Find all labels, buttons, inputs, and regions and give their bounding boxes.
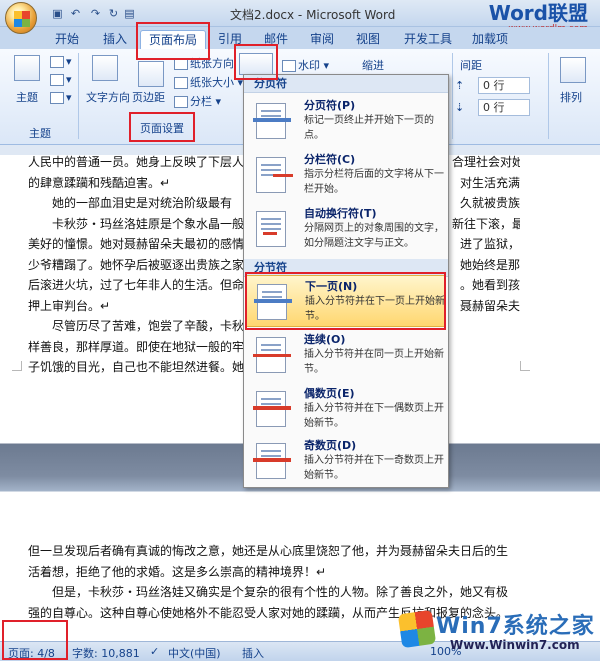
language[interactable]: 中文(中国) — [168, 645, 221, 661]
highlight-page-layout-tab — [136, 22, 210, 60]
document-text-right[interactable]: 合理社会对她 对生活充满 久就被贵族 新往下滚，最 进了监狱， 她始终是那 。她看到孩 聂赫留… — [452, 152, 520, 316]
office-logo-icon — [14, 11, 30, 27]
themes-button-label[interactable]: 主题 — [16, 89, 38, 105]
menu-item-even-page[interactable]: 偶数页(E) 插入分节符并在下一偶数页上开始新节。 — [246, 383, 446, 435]
menu-item-page-break[interactable]: 分页符(P) 标记一页终止并开始下一页的点。 — [246, 95, 446, 147]
tab-developer[interactable]: 开发工具 — [398, 30, 458, 49]
odd-page-icon — [253, 443, 291, 479]
window-title: 文档2.docx - Microsoft Word — [230, 8, 396, 22]
continuous-icon — [253, 337, 291, 373]
page-corner-mark — [12, 361, 22, 371]
highlight-page-setup-group — [129, 112, 195, 142]
watermark-url: Www.Winwin7.com — [450, 638, 580, 652]
insert-mode[interactable]: 插入 — [242, 645, 264, 661]
indent-label: 缩进 — [362, 59, 384, 72]
undo-icon[interactable]: ↶ — [68, 6, 83, 21]
page-size-button[interactable]: 纸张大小 ▾ — [174, 74, 243, 90]
page-corner-mark — [520, 361, 530, 371]
text-direction-icon[interactable] — [92, 55, 118, 81]
site-watermark: Win7系统之家 Www.Winwin7.com — [396, 606, 596, 658]
column-break-icon — [256, 157, 293, 193]
theme-effects-icon[interactable]: ▾ — [50, 91, 72, 104]
repeat-icon[interactable]: ↻ — [106, 6, 121, 21]
watermark-title: Win7系统之家 — [436, 614, 595, 639]
highlight-page-count — [2, 620, 68, 660]
menu-item-text-wrapping[interactable]: 自动换行符(T) 分隔网页上的对象周围的文字，如分隔题注文字与正文。 — [246, 203, 446, 255]
menu-item-odd-page[interactable]: 奇数页(D) 插入分节符并在下一奇数页上开始新节。 — [246, 435, 446, 487]
arrange-icon[interactable] — [560, 57, 586, 83]
menu-item-continuous[interactable]: 连续(O) 插入分节符并在同一页上开始新节。 — [246, 329, 446, 381]
print-preview-icon[interactable]: ▤ — [122, 6, 137, 21]
themes-icon[interactable] — [14, 55, 40, 81]
document-text-left[interactable]: 人民中的普通一员。她身上反映了下层人 的肆意蹂躏和残酷迫害。↵ 她的一部血泪史是对… — [28, 152, 268, 378]
columns-button[interactable]: 分栏 ▾ — [174, 93, 221, 109]
menu-item-column-break[interactable]: 分栏符(C) 指示分栏符后面的文字将从下一栏开始。 — [246, 149, 446, 201]
separator — [78, 53, 79, 139]
windows-logo-icon — [397, 609, 437, 649]
word-count[interactable]: 字数: 10,881 — [72, 645, 140, 661]
tab-home[interactable]: 开始 — [48, 30, 86, 49]
save-icon[interactable]: ▣ — [50, 6, 65, 21]
brand-name: Word联盟 — [488, 1, 588, 25]
margins-icon[interactable] — [138, 61, 164, 87]
margins-button[interactable]: 页边距 — [132, 89, 165, 105]
separator — [548, 53, 549, 139]
tab-insert[interactable]: 插入 — [96, 30, 134, 49]
arrange-button[interactable]: 排列 — [560, 89, 582, 105]
title-bar: ▣ ↶ ↷ ↻ ▤ 文档2.docx - Microsoft Word Word… — [0, 0, 600, 34]
theme-colors-icon[interactable]: ▾ — [50, 55, 72, 68]
even-page-icon — [253, 391, 291, 427]
page-break-icon — [253, 103, 291, 139]
tab-review[interactable]: 审阅 — [304, 30, 340, 49]
ribbon-tabs: 开始 插入 页面布局 引用 邮件 审阅 视图 开发工具 加载项 — [0, 27, 600, 49]
text-direction-button[interactable]: 文字方向 — [86, 89, 130, 105]
spacing-after-field[interactable]: 0 行 — [478, 99, 530, 116]
office-button[interactable] — [5, 2, 37, 34]
redo-icon[interactable]: ↷ — [88, 6, 103, 21]
spacing-label: 间距 — [460, 59, 482, 72]
text-wrapping-icon — [256, 211, 286, 247]
proofing-icon[interactable]: ✓ — [150, 645, 159, 658]
theme-fonts-icon[interactable]: ▾ — [50, 73, 72, 86]
tab-addins[interactable]: 加载项 — [468, 30, 512, 49]
spacing-before-field[interactable]: 0 行 — [478, 77, 530, 94]
tab-view[interactable]: 视图 — [350, 30, 386, 49]
highlight-next-page-item — [245, 272, 446, 330]
watermark-button[interactable]: 水印 ▾ — [282, 57, 329, 73]
separator — [452, 53, 453, 139]
highlight-breaks-button — [234, 44, 278, 80]
spacing-after-icon: ⇣ — [455, 101, 465, 114]
group-themes-label: 主题 — [29, 127, 51, 140]
spacing-before-icon: ⇡ — [455, 79, 465, 92]
